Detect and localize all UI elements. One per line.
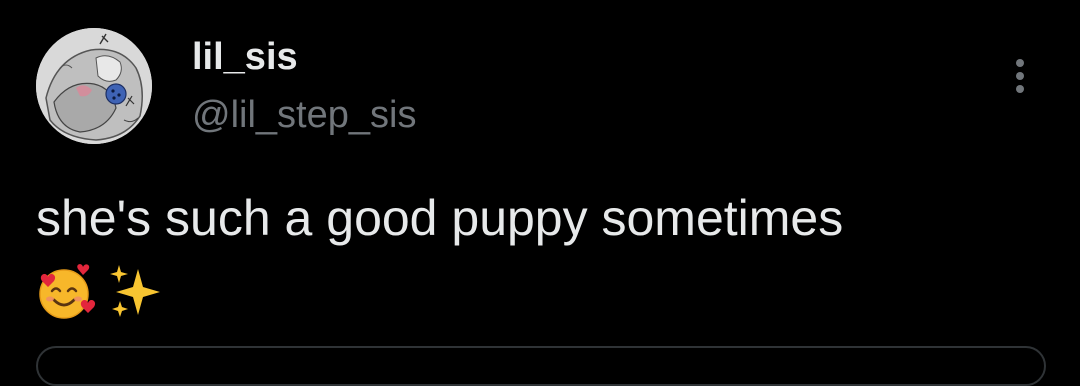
emoji-row [36, 262, 164, 322]
more-dot [1016, 72, 1024, 80]
more-dot [1016, 85, 1024, 93]
sparkles-emoji-icon [110, 265, 160, 317]
more-options-button[interactable] [1000, 52, 1040, 100]
smiling-face-with-hearts-emoji-icon [39, 264, 96, 319]
more-vertical-icon [1016, 59, 1024, 67]
quote-card[interactable] [36, 346, 1046, 386]
tweet-text: she's such a good puppy sometimes [36, 190, 844, 246]
tweet[interactable]: lil_sis @lil_step_sis she's such a good … [0, 0, 1080, 386]
display-name[interactable]: lil_sis [192, 34, 298, 80]
sketch-avatar-icon [36, 28, 152, 144]
avatar[interactable] [36, 28, 152, 144]
user-handle[interactable]: @lil_step_sis [192, 92, 416, 138]
